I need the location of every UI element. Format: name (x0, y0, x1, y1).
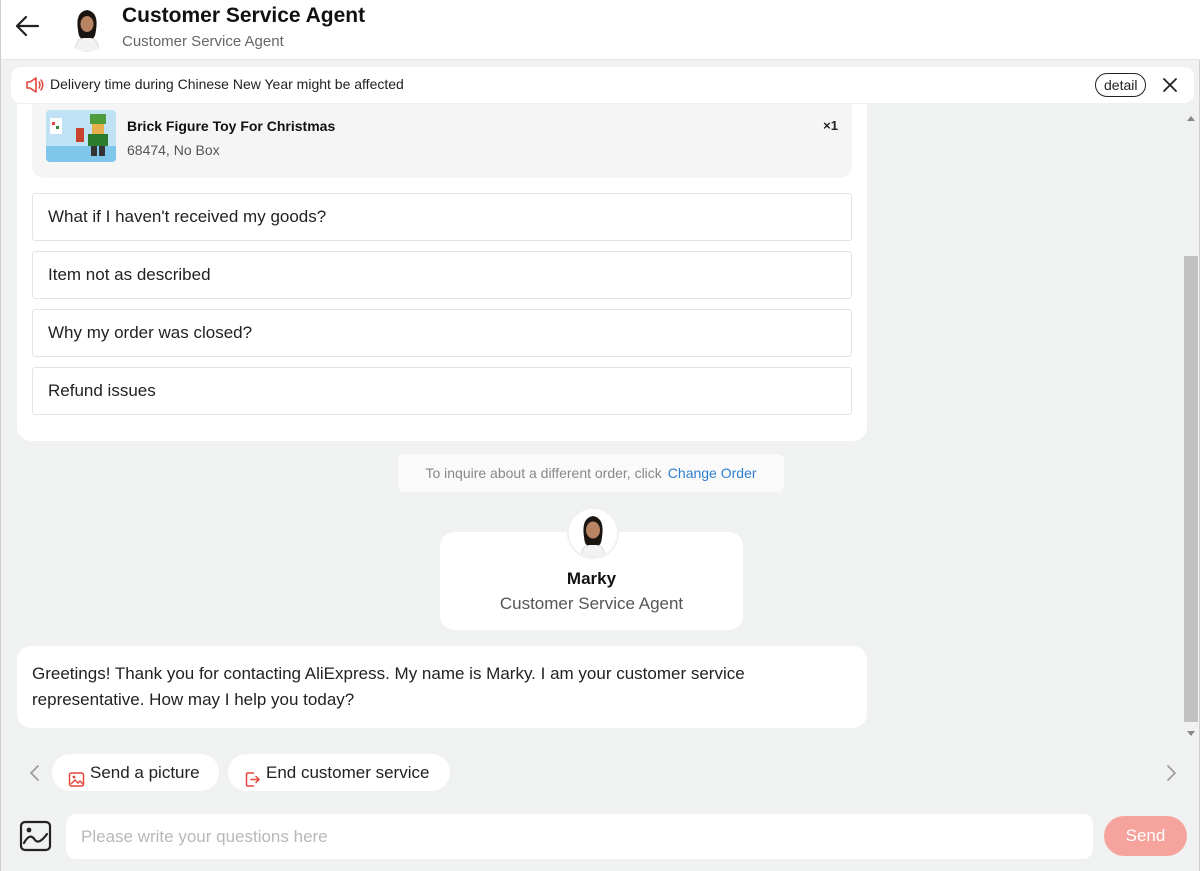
close-icon[interactable] (1160, 75, 1180, 95)
scroll-down-arrow-icon[interactable] (1187, 731, 1195, 736)
agent-card-avatar (567, 507, 619, 559)
scroll-thumb[interactable] (1184, 256, 1198, 722)
change-order-link[interactable]: Change Order (668, 465, 757, 481)
message-input[interactable] (66, 814, 1093, 859)
page-subtitle: Customer Service Agent (122, 33, 284, 50)
product-name: Brick Figure Toy For Christmas (127, 118, 336, 134)
end-service-label: End customer service (266, 763, 430, 782)
chat-history: Brick Figure Toy For Christmas 68474, No… (1, 104, 1183, 744)
send-button[interactable]: Send (1104, 816, 1187, 856)
send-picture-button[interactable]: Send a picture (52, 754, 219, 791)
change-order-hint: To inquire about a different order, clic… (398, 454, 784, 492)
megaphone-icon (25, 76, 45, 94)
change-order-text: To inquire about a different order, clic… (425, 465, 662, 481)
faq-item[interactable]: What if I haven't received my goods? (32, 193, 852, 241)
page-title: Customer Service Agent (122, 4, 366, 27)
send-picture-label: Send a picture (90, 763, 200, 782)
end-service-button[interactable]: End customer service (228, 754, 450, 791)
chevron-right-icon[interactable] (1161, 762, 1181, 784)
agent-message: Greetings! Thank you for contacting AliE… (17, 646, 867, 728)
product-summary[interactable]: Brick Figure Toy For Christmas 68474, No… (32, 104, 852, 178)
faq-item[interactable]: Refund issues (32, 367, 852, 415)
agent-avatar (65, 4, 109, 52)
chat-scrollbar[interactable] (1183, 112, 1199, 740)
image-upload-icon[interactable] (19, 820, 52, 852)
order-card: Brick Figure Toy For Christmas 68474, No… (17, 104, 867, 441)
chevron-left-icon[interactable] (25, 762, 45, 784)
notice-bar: Delivery time during Chinese New Year mi… (11, 67, 1194, 103)
product-quantity: ×1 (823, 118, 838, 133)
agent-name: Marky (566, 569, 617, 588)
product-image (46, 110, 116, 162)
notice-text: Delivery time during Chinese New Year mi… (50, 76, 404, 92)
exit-icon (244, 764, 261, 787)
back-arrow-icon[interactable] (11, 10, 43, 42)
faq-item[interactable]: Why my order was closed? (32, 309, 852, 357)
scroll-up-arrow-icon[interactable] (1187, 116, 1195, 121)
faq-item[interactable]: Item not as described (32, 251, 852, 299)
picture-icon (68, 764, 85, 787)
chat-header: Customer Service Agent Customer Service … (1, 0, 1200, 60)
detail-button[interactable]: detail (1095, 73, 1147, 97)
product-variant: 68474, No Box (127, 142, 220, 158)
agent-role: Customer Service Agent (499, 594, 684, 613)
